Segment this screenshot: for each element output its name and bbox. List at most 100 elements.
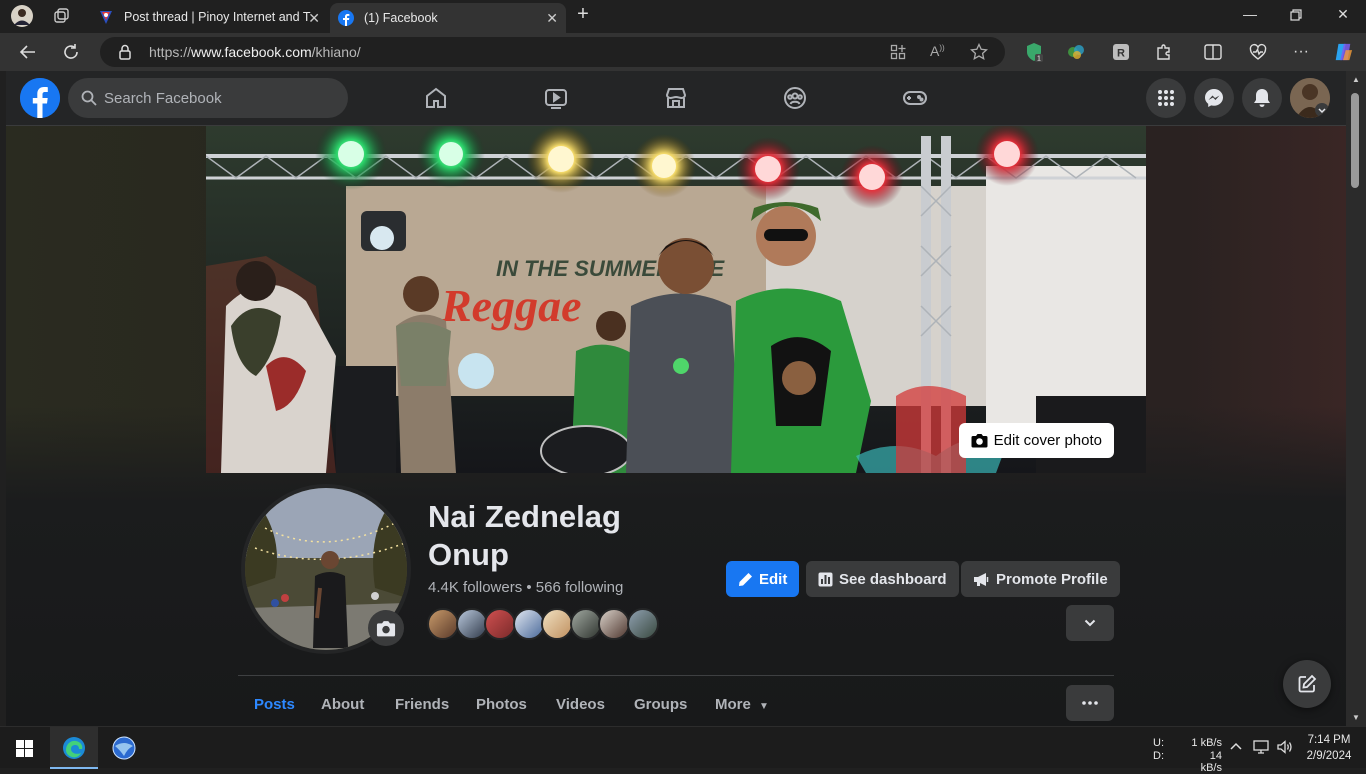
browser-essentials-icon[interactable]	[1248, 42, 1268, 62]
url-text: https://www.facebook.com/khiano/	[149, 44, 361, 60]
windows-start-icon[interactable]	[16, 740, 33, 757]
tab-pinoy-internet[interactable]: Post thread | Pinoy Internet and T ✕	[90, 3, 328, 31]
svg-text:1: 1	[1037, 56, 1041, 63]
search-icon	[81, 90, 97, 106]
taskbar-edge-app[interactable]	[50, 727, 98, 769]
shield-extension-icon[interactable]: 1	[1024, 42, 1044, 62]
vertical-scrollbar[interactable]: ▲ ▼	[1346, 71, 1366, 726]
friend-avatar[interactable]	[427, 608, 459, 640]
new-tab-icon[interactable]: +	[573, 3, 593, 26]
facebook-logo-icon[interactable]	[20, 78, 60, 118]
address-bar[interactable]: https://www.facebook.com/khiano/ A))	[100, 37, 1005, 67]
friend-avatar[interactable]	[598, 608, 630, 640]
taskbar-globe-app-icon[interactable]	[112, 736, 136, 760]
chevron-down-icon	[1084, 619, 1096, 627]
home-icon[interactable]	[422, 84, 450, 112]
tab-photos[interactable]: Photos	[476, 696, 527, 713]
read-aloud-icon[interactable]: A))	[930, 43, 945, 59]
r-extension-icon[interactable]: R	[1111, 42, 1131, 62]
facebook-top-nav: Search Facebook	[6, 71, 1346, 126]
marketplace-icon[interactable]	[662, 84, 690, 112]
edit-label: Edit	[759, 570, 788, 588]
search-placeholder: Search Facebook	[104, 90, 222, 107]
scroll-up-arrow-icon[interactable]: ▲	[1352, 75, 1360, 84]
app-available-icon[interactable]	[890, 44, 906, 60]
facebook-search-input[interactable]: Search Facebook	[68, 78, 348, 118]
extensions-puzzle-icon[interactable]	[1154, 42, 1174, 62]
friend-avatar[interactable]	[484, 608, 516, 640]
profile-name-line2: Onup	[428, 537, 509, 572]
network-download-speed: 14 kB/s	[1200, 750, 1222, 774]
lock-icon[interactable]	[118, 44, 132, 60]
tab-about[interactable]: About	[321, 696, 364, 713]
notifications-bell-icon[interactable]	[1242, 78, 1282, 118]
promote-profile-label: Promote Profile	[996, 570, 1108, 588]
settings-more-icon[interactable]: ···	[1291, 42, 1311, 62]
profile-name: Nai Zednelag Onup	[428, 498, 688, 574]
edit-cover-photo-label: Edit cover photo	[993, 432, 1102, 449]
network-icon[interactable]	[1253, 740, 1269, 754]
tab-more-label: More	[715, 696, 751, 713]
menu-grid-icon[interactable]	[1146, 78, 1186, 118]
more-options-button[interactable]	[1066, 685, 1114, 721]
browser-tab-strip: Post thread | Pinoy Internet and T ✕ (1)…	[0, 0, 1366, 33]
volume-icon[interactable]	[1277, 740, 1293, 754]
edit-cover-photo-button[interactable]: Edit cover photo	[958, 423, 1114, 458]
color-extension-icon[interactable]	[1066, 42, 1086, 62]
network-upload-label: U:	[1153, 737, 1164, 749]
cover-photo[interactable]: IN THE SUMMERTIME Reggae Edit cover phot…	[206, 126, 1146, 473]
tab-title: (1) Facebook	[364, 11, 438, 25]
new-message-button[interactable]	[1283, 660, 1331, 708]
tab-posts[interactable]: Posts	[254, 696, 295, 713]
clock-date[interactable]: 2/9/2024	[1300, 750, 1358, 762]
messenger-icon[interactable]	[1194, 78, 1234, 118]
svg-text:R: R	[1117, 48, 1125, 60]
pencil-icon	[738, 572, 759, 587]
profile-options-dropdown[interactable]	[1066, 605, 1114, 641]
friend-avatar[interactable]	[627, 608, 659, 640]
video-icon[interactable]	[542, 84, 570, 112]
promote-profile-button[interactable]: Promote Profile	[961, 561, 1120, 597]
split-screen-icon[interactable]	[1203, 42, 1223, 62]
tab-videos[interactable]: Videos	[556, 696, 605, 713]
favorite-star-icon[interactable]	[970, 43, 988, 61]
followers-following-count[interactable]: 4.4K followers • 566 following	[428, 579, 623, 596]
browser-toolbar: https://www.facebook.com/khiano/ A)) 1 R…	[0, 33, 1366, 71]
edge-browser-icon	[62, 736, 86, 760]
network-download-label: D:	[1153, 750, 1164, 762]
close-tab-icon[interactable]: ✕	[546, 10, 558, 27]
svg-text:Reggae: Reggae	[440, 280, 582, 331]
tab-title: Post thread | Pinoy Internet and T	[124, 10, 311, 24]
windows-taskbar: U: D: 1 kB/s 14 kB/s 7:14 PM 2/9/2024	[0, 726, 1366, 774]
back-arrow-icon[interactable]	[17, 41, 39, 63]
groups-icon[interactable]	[781, 84, 809, 112]
scrollbar-thumb[interactable]	[1351, 93, 1359, 188]
friend-avatar[interactable]	[541, 608, 573, 640]
copilot-icon[interactable]	[1333, 42, 1353, 62]
minimize-window-icon[interactable]: —	[1240, 6, 1260, 22]
restore-window-icon[interactable]	[1286, 6, 1306, 24]
edit-profile-button[interactable]: Edit	[726, 561, 800, 597]
facebook-favicon-icon	[338, 10, 354, 26]
network-upload-speed: 1 kB/s	[1191, 737, 1222, 749]
dashboard-icon	[818, 572, 839, 587]
close-window-icon[interactable]: ✕	[1333, 6, 1353, 23]
scroll-down-arrow-icon[interactable]: ▼	[1352, 713, 1360, 722]
update-profile-picture-camera-icon[interactable]	[368, 610, 404, 646]
close-tab-icon[interactable]: ✕	[308, 10, 320, 27]
gaming-icon[interactable]	[901, 84, 929, 112]
see-dashboard-button[interactable]: See dashboard	[806, 561, 959, 597]
account-avatar[interactable]	[1290, 78, 1330, 118]
profile-name-line1: Nai Zednelag	[428, 499, 621, 534]
tab-facebook[interactable]: (1) Facebook ✕	[330, 3, 566, 33]
profile-avatar-icon[interactable]	[10, 5, 34, 27]
tab-groups[interactable]: Groups	[634, 696, 687, 713]
camera-icon	[971, 433, 988, 448]
tab-more[interactable]: More ▼	[715, 696, 769, 713]
tab-friends[interactable]: Friends	[395, 696, 449, 713]
refresh-icon[interactable]	[60, 41, 82, 63]
clock-time[interactable]: 7:14 PM	[1300, 734, 1358, 746]
pinoy-forum-favicon-icon	[98, 9, 114, 25]
show-hidden-icons-chevron-up-icon[interactable]	[1230, 742, 1242, 750]
workspaces-icon[interactable]	[50, 5, 74, 27]
